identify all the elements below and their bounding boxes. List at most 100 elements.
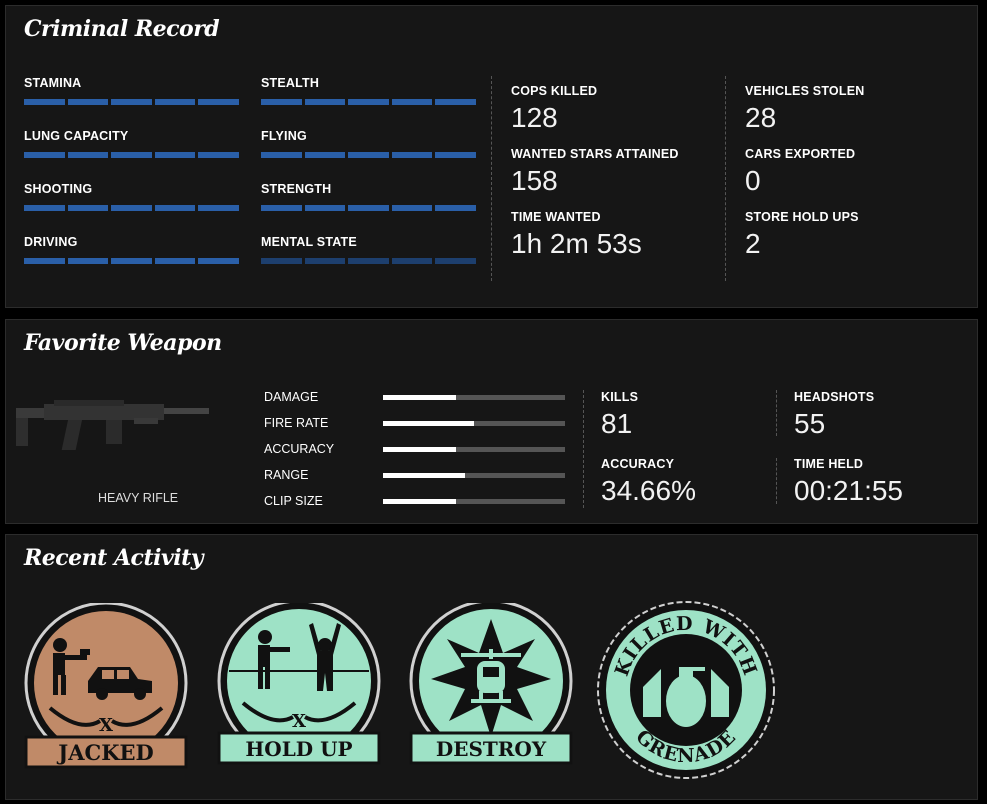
stat-value: 81 (601, 408, 633, 439)
skill-bar (24, 205, 239, 211)
skill-bar-segment (198, 258, 239, 264)
skill-bar-segment (111, 258, 152, 264)
svg-text:X: X (99, 715, 113, 736)
skill-bar-segment (435, 99, 476, 105)
stat-label: COPS KILLED (511, 84, 598, 98)
stat-value: 34.66% (601, 475, 696, 506)
stat-value: 0 (745, 165, 761, 196)
stat-label: CARS EXPORTED (745, 147, 856, 161)
skill-label: DRIVING (24, 235, 78, 249)
attr-bar (383, 499, 565, 504)
stat-time-wanted: TIME WANTED 1h 2m 53s (511, 210, 642, 260)
badge-hold-up[interactable]: X HOLD UP (213, 603, 385, 775)
skill-bar-segment (198, 99, 239, 105)
attr-bar-fill (383, 447, 456, 452)
badge-label: JACKED (56, 740, 153, 765)
skill-bar-segment (67, 258, 109, 264)
skill-lung-capacity: LUNG CAPACITY (24, 129, 239, 158)
skill-bar (24, 258, 239, 264)
attr-bar (383, 395, 565, 400)
attr-bar (383, 421, 565, 426)
heavy-rifle-icon (16, 400, 209, 450)
skill-bar-segment (435, 205, 476, 211)
attr-bar-fill (383, 395, 456, 400)
favorite-weapon-title: Favorite Weapon (24, 330, 222, 356)
stat-store-hold-ups: STORE HOLD UPS 2 (745, 210, 859, 260)
stat-label: STORE HOLD UPS (745, 210, 859, 224)
stat-label: KILLS (601, 390, 639, 404)
attr-bar-fill (383, 473, 465, 478)
skill-strength: STRENGTH (261, 182, 476, 211)
skill-bar-segment (261, 99, 302, 105)
skill-bar-segment (24, 258, 65, 264)
skill-bar-segment (154, 205, 196, 211)
badge-destroy[interactable]: DESTROY (405, 603, 577, 775)
criminal-record-title: Criminal Record (24, 16, 220, 42)
stat-cops-killed: COPS KILLED 128 (511, 84, 597, 134)
skill-driving: DRIVING (24, 235, 239, 264)
stat-label: VEHICLES STOLEN (745, 84, 865, 98)
skill-bar-segment (24, 152, 65, 158)
skill-stealth: STEALTH (261, 76, 476, 105)
skill-bar-segment (154, 152, 196, 158)
badge-jacked[interactable]: X JACKED (20, 603, 192, 775)
skill-bar-segment (154, 258, 196, 264)
weapon-divider (776, 390, 777, 436)
skill-bar-segment (391, 152, 433, 158)
badge-label: HOLD UP (245, 737, 352, 761)
weapon-name: HEAVY RIFLE (98, 491, 179, 505)
attr-bar (383, 447, 565, 452)
attr-label: ACCURACY (264, 442, 335, 456)
attr-label: FIRE RATE (264, 416, 329, 430)
skill-bar-segment (67, 205, 109, 211)
stat-vehicles-stolen: VEHICLES STOLEN 28 (745, 84, 864, 134)
stat-label: ACCURACY (601, 457, 675, 471)
skill-bar-segment (24, 205, 65, 211)
skill-bar-segment (111, 99, 152, 105)
badge-killed-with-grenade[interactable]: KILLED WITH GRENADE (593, 597, 779, 783)
weapon-stat-accuracy: ACCURACY 34.66% (601, 457, 696, 507)
skill-bar (261, 258, 476, 264)
skill-bar-segment (261, 205, 302, 211)
favorite-weapon-panel: Favorite Weapon HEAVY RIFLE DAMAGE FIRE … (5, 319, 978, 524)
attr-bar-fill (383, 421, 474, 426)
stat-label: TIME HELD (794, 457, 864, 471)
weapon-divider (776, 458, 777, 504)
stat-value: 00:21:55 (794, 475, 903, 506)
skill-bar-segment (348, 205, 389, 211)
skill-bar-segment (391, 99, 433, 105)
attr-bar (383, 473, 565, 478)
skill-bar (24, 99, 239, 105)
weapon-divider (583, 390, 584, 508)
weapon-stat-headshots: HEADSHOTS 55 (794, 390, 874, 440)
skill-bar-segment (348, 152, 389, 158)
attr-label: DAMAGE (264, 390, 319, 404)
stat-label: TIME WANTED (511, 210, 601, 224)
stat-label: WANTED STARS ATTAINED (511, 147, 679, 161)
skill-bar-segment (391, 205, 433, 211)
recent-activity-panel: Recent Activity X JACKED X HOLD UP DESTR… (5, 534, 978, 800)
weapon-attr-accuracy: ACCURACY (264, 442, 574, 462)
skill-bar-segment (261, 152, 302, 158)
skill-flying: FLYING (261, 129, 476, 158)
skill-bar-segment (111, 152, 152, 158)
skill-bar-segment (261, 258, 302, 264)
skill-bar-segment (198, 205, 239, 211)
stat-value: 1h 2m 53s (511, 228, 642, 259)
skill-bar-segment (111, 205, 152, 211)
skill-shooting: SHOOTING (24, 182, 239, 211)
weapon-stat-kills: KILLS 81 (601, 390, 638, 440)
skill-bar-segment (304, 258, 346, 264)
skill-mental-state: MENTAL STATE (261, 235, 476, 264)
skill-bar (261, 99, 476, 105)
stat-value: 55 (794, 408, 826, 439)
skill-label: MENTAL STATE (261, 235, 357, 249)
svg-text:X: X (292, 711, 306, 732)
criminal-record-panel: Criminal Record STAMINA STEALTH LUNG CAP… (5, 5, 978, 308)
skill-bar-segment (304, 99, 346, 105)
stat-value: 128 (511, 102, 558, 133)
skill-bar-segment (67, 152, 109, 158)
skill-bar-segment (435, 152, 476, 158)
skill-bar-segment (198, 152, 239, 158)
recent-activity-title: Recent Activity (24, 545, 204, 571)
